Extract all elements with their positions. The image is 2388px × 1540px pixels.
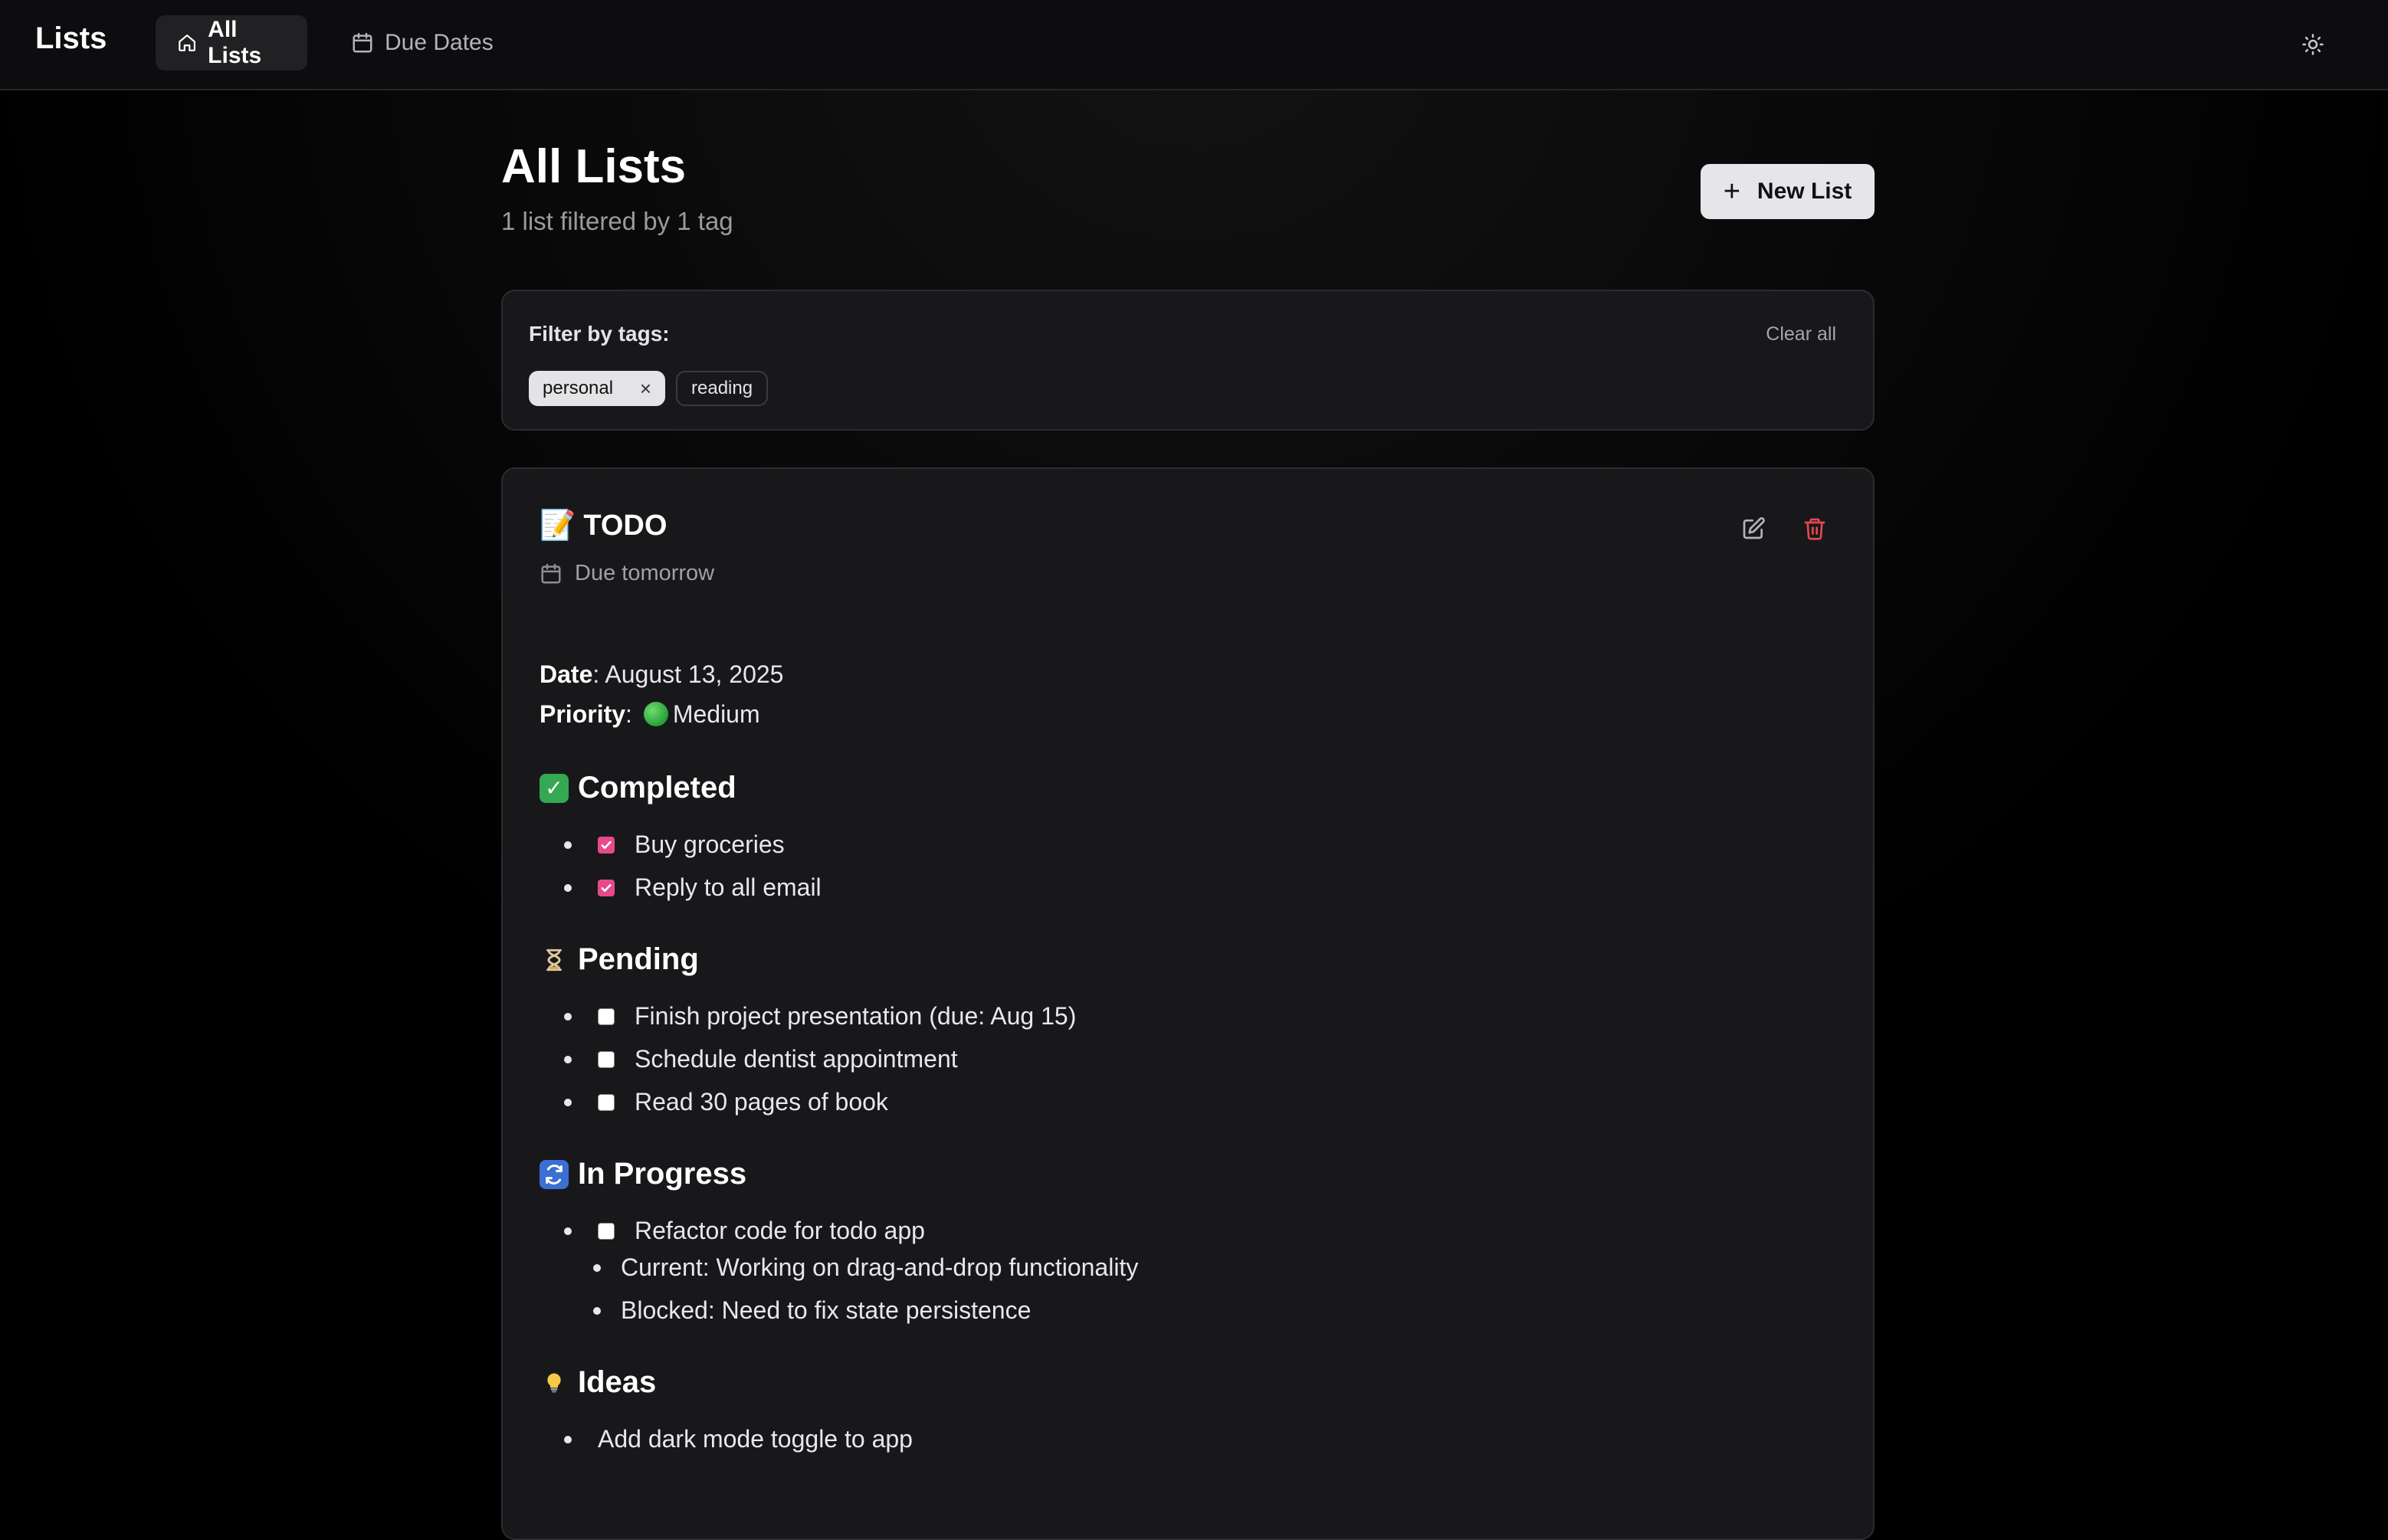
close-icon[interactable]: ×	[640, 377, 651, 401]
memo-icon: 📝	[540, 510, 576, 542]
check-mark-icon: ✓	[540, 773, 569, 803]
section-heading-in-progress: In Progress	[540, 1157, 746, 1191]
sun-icon	[2302, 34, 2324, 55]
date-label: Date	[540, 660, 593, 688]
green-circle-icon	[643, 702, 668, 726]
priority-value: Medium	[672, 700, 760, 728]
bullet	[564, 883, 572, 892]
item-text: Read 30 pages of book	[635, 1088, 888, 1116]
app-brand[interactable]: Lists	[35, 21, 107, 56]
item-text: Schedule dentist appointment	[635, 1045, 958, 1073]
nav-all-lists[interactable]: All Lists	[156, 15, 307, 70]
list-item: Buy groceries	[564, 831, 785, 859]
edit-icon	[1743, 517, 1765, 539]
page-subtitle: 1 list filtered by 1 tag	[501, 207, 733, 235]
checkbox[interactable]	[598, 1093, 615, 1111]
due-date: Due tomorrow	[540, 561, 714, 586]
section-title: Completed	[578, 771, 736, 804]
sub-list-item: Blocked: Need to fix state persistence	[593, 1296, 1031, 1325]
checkbox[interactable]	[598, 836, 615, 854]
item-text: Reply to all email	[635, 873, 822, 901]
section-heading-pending: Pending	[540, 942, 699, 977]
bullet	[564, 840, 572, 849]
new-list-label: New List	[1757, 179, 1852, 204]
checkbox[interactable]	[598, 879, 615, 896]
calendar-icon	[541, 563, 561, 583]
refresh-icon	[540, 1159, 569, 1189]
tag-chip-personal[interactable]: personal ×	[529, 371, 665, 406]
item-text: Current: Working on drag-and-drop functi…	[621, 1253, 1139, 1281]
list-item: Finish project presentation (due: Aug 15…	[564, 1002, 1076, 1030]
section-title: Pending	[578, 942, 699, 976]
checkmark-icon	[601, 883, 612, 892]
priority-label: Priority	[540, 700, 626, 728]
list-title-text: TODO	[583, 509, 668, 542]
tag-label: reading	[691, 378, 753, 398]
clear-all-button[interactable]: Clear all	[1766, 323, 1836, 346]
checkmark-icon	[601, 840, 612, 849]
new-list-button[interactable]: + New List	[1701, 164, 1875, 219]
bullet	[593, 1263, 601, 1272]
bullet	[564, 1435, 572, 1443]
nav-all-lists-label: All Lists	[208, 17, 262, 68]
item-text: Finish project presentation (due: Aug 15…	[635, 1002, 1077, 1030]
list-card[interactable]: 📝 TODO Due tomorrow Date: August 13, 202…	[501, 467, 1875, 1540]
section-title: In Progress	[578, 1157, 747, 1191]
sub-list-item: Current: Working on drag-and-drop functi…	[593, 1253, 1138, 1282]
hourglass-icon	[540, 945, 569, 975]
delete-list-button[interactable]	[1799, 513, 1830, 544]
nav-due-dates[interactable]: Due Dates	[330, 15, 515, 70]
item-text: Buy groceries	[635, 831, 785, 858]
checkbox[interactable]	[598, 1222, 615, 1240]
item-text: Add dark mode toggle to app	[598, 1425, 913, 1453]
section-heading-completed: ✓ Completed	[540, 771, 736, 805]
bullet	[564, 1055, 572, 1063]
list-item: Refactor code for todo app	[564, 1217, 925, 1245]
top-navigation: Lists All Lists Due Dates	[0, 0, 2388, 90]
light-bulb-icon	[540, 1368, 569, 1397]
edit-list-button[interactable]	[1738, 513, 1769, 544]
priority-line: Priority: Medium	[540, 700, 760, 728]
bullet	[564, 1227, 572, 1235]
list-item: Read 30 pages of book	[564, 1088, 888, 1116]
date-value: : August 13, 2025	[592, 660, 784, 688]
home-icon	[179, 34, 195, 51]
nav-due-dates-label: Due Dates	[385, 30, 494, 55]
tag-label: personal	[543, 378, 614, 398]
item-text: Blocked: Need to fix state persistence	[621, 1296, 1032, 1324]
checkbox[interactable]	[598, 1008, 615, 1025]
tag-filter-panel: Filter by tags: Clear all personal × rea…	[501, 290, 1875, 431]
bullet	[593, 1306, 601, 1315]
trash-icon	[1804, 518, 1825, 540]
due-date-text: Due tomorrow	[575, 561, 715, 585]
date-line: Date: August 13, 2025	[540, 660, 783, 689]
tag-chip-reading[interactable]: reading	[676, 371, 769, 406]
list-item: Schedule dentist appointment	[564, 1045, 958, 1073]
section-heading-ideas: Ideas	[540, 1365, 656, 1400]
checkbox[interactable]	[598, 1050, 615, 1068]
theme-toggle-button[interactable]	[2298, 29, 2328, 60]
list-title[interactable]: 📝 TODO	[540, 509, 667, 542]
bullet	[564, 1012, 572, 1021]
item-text: Refactor code for todo app	[635, 1217, 925, 1244]
bullet	[564, 1098, 572, 1106]
page-title: All Lists	[501, 140, 687, 193]
list-item: Add dark mode toggle to app	[564, 1425, 913, 1453]
filter-label: Filter by tags:	[529, 322, 670, 346]
list-item: Reply to all email	[564, 873, 822, 902]
section-title: Ideas	[578, 1365, 657, 1399]
plus-icon: +	[1723, 175, 1740, 208]
calendar-icon	[353, 32, 372, 53]
